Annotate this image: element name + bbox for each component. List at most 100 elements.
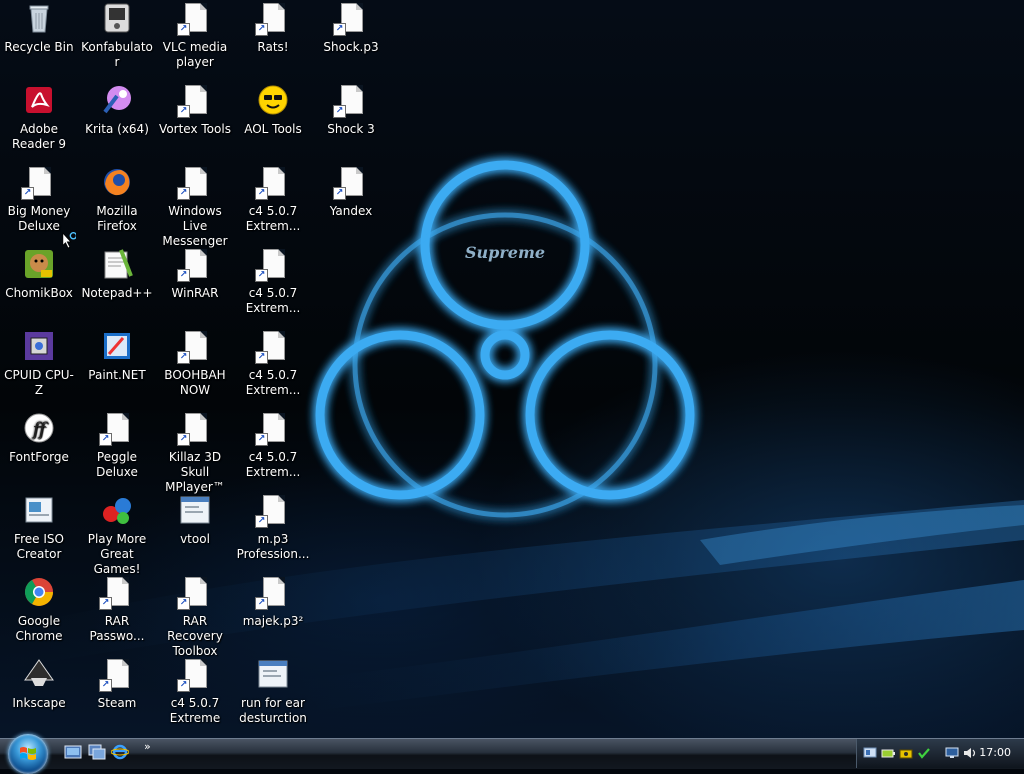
desktop-icon-label: Windows Live Messenger	[162, 204, 228, 248]
application-window-icon	[179, 494, 211, 526]
desktop-icon[interactable]: ↗ Steam	[78, 658, 156, 711]
desktop-icon[interactable]: ↗ Peggle Deluxe	[78, 412, 156, 480]
clock[interactable]: 17:00	[979, 746, 1011, 759]
volume-icon[interactable]	[963, 747, 977, 759]
desktop-icon-label: c4 5.0.7 Extrem...	[245, 368, 301, 397]
desktop-icon[interactable]: ff FontForge	[0, 412, 78, 465]
desktop-icon-label: m.p3 Profession...	[236, 532, 310, 561]
desktop-icon[interactable]: CPUID CPU-Z	[0, 330, 78, 398]
desktop-icon[interactable]: Notepad++	[78, 248, 156, 301]
desktop-icon[interactable]: ChomikBox	[0, 248, 78, 301]
desktop-icon[interactable]: ↗ majek.p3²	[234, 576, 312, 629]
shortcut-document-icon: ↗	[255, 494, 289, 528]
desktop-icon[interactable]: vtool	[156, 494, 234, 547]
desktop-icon-label: Play More Great Games!	[87, 532, 147, 576]
desktop-icon[interactable]: AOL Tools	[234, 84, 312, 137]
desktop-icon[interactable]: ↗ BOOHBAH NOW	[156, 330, 234, 398]
shortcut-document-icon: ↗	[177, 658, 211, 692]
desktop-icon-label: CPUID CPU-Z	[4, 368, 74, 397]
desktop-icon[interactable]: Krita (x64)	[78, 84, 156, 137]
desktop-icon[interactable]: ↗ c4 5.0.7 Extrem...	[234, 248, 312, 316]
safely-remove-icon[interactable]	[899, 747, 913, 759]
cpuz-icon	[23, 330, 55, 362]
desktop-icon[interactable]: ↗ Shock 3	[312, 84, 390, 137]
desktop-icon[interactable]: Free ISO Creator	[0, 494, 78, 562]
shortcut-document-icon: ↗	[177, 84, 211, 118]
show-desktop-icon[interactable]	[64, 744, 82, 760]
aol-smiley-icon	[257, 84, 289, 116]
shortcut-document-icon: ↗	[255, 166, 289, 200]
security-check-icon[interactable]	[917, 747, 931, 759]
desktop-icon-label: majek.p3²	[242, 614, 304, 628]
desktop-icon-label: run for ear desturction	[239, 696, 307, 725]
notepadpp-icon	[101, 248, 133, 280]
desktop-icon-label: Konfabulator	[81, 40, 153, 69]
shortcut-document-icon: ↗	[99, 412, 133, 446]
desktop-icon[interactable]: Mozilla Firefox	[78, 166, 156, 234]
quick-launch-overflow-button[interactable]: »	[144, 740, 151, 753]
start-button[interactable]	[8, 734, 48, 774]
desktop-icon[interactable]: ↗ c4 5.0.7 Extreme	[156, 658, 234, 726]
internet-explorer-icon[interactable]	[111, 744, 129, 760]
desktop-icon[interactable]: ↗ VLC media player	[156, 2, 234, 70]
desktop-icon-label: Free ISO Creator	[14, 532, 64, 561]
desktop-icon-label: Shock 3	[327, 122, 375, 136]
desktop-icon[interactable]: Inkscape	[0, 658, 78, 711]
games-icon	[101, 494, 133, 526]
desktop-icon[interactable]: ↗ c4 5.0.7 Extrem...	[234, 330, 312, 398]
desktop-icon[interactable]: run for ear desturction	[234, 658, 312, 726]
desktop-icon-label: ChomikBox	[5, 286, 73, 300]
shortcut-document-icon: ↗	[255, 576, 289, 610]
desktop-icon-label: WinRAR	[171, 286, 219, 300]
desktop-icon[interactable]: Adobe Reader 9	[0, 84, 78, 152]
desktop-icon[interactable]: ↗ c4 5.0.7 Extrem...	[234, 166, 312, 234]
desktop-icon-label: Yandex	[329, 204, 373, 218]
desktop-icon-label: Paint.NET	[88, 368, 146, 382]
desktop-icon[interactable]: Google Chrome	[0, 576, 78, 644]
busy-cursor-icon	[62, 232, 76, 249]
desktop-icon-label: Shock.p3	[323, 40, 379, 54]
paintnet-icon	[101, 330, 133, 362]
application-window-icon	[257, 658, 289, 690]
desktop-icon-label: RAR Passwo...	[89, 614, 145, 643]
recycle-bin-icon	[23, 2, 55, 34]
desktop-icon-label: Rats!	[257, 40, 289, 54]
shortcut-document-icon: ↗	[99, 658, 133, 692]
desktop-icon[interactable]: ↗ WinRAR	[156, 248, 234, 301]
desktop-icon-label: Notepad++	[81, 286, 153, 300]
desktop-icon[interactable]: ↗ RAR Passwo...	[78, 576, 156, 644]
desktop-icon[interactable]: Konfabulator	[78, 2, 156, 70]
desktop-icon[interactable]: ↗ Rats!	[234, 2, 312, 55]
desktop-icon[interactable]: ↗ RAR Recovery Toolbox	[156, 576, 234, 659]
iso-creator-icon	[23, 494, 55, 526]
desktop-icon[interactable]: Play More Great Games!	[78, 494, 156, 577]
desktop-icon[interactable]: ↗ Yandex	[312, 166, 390, 219]
desktop-icon-label: Recycle Bin	[4, 40, 74, 54]
shortcut-document-icon: ↗	[177, 166, 211, 200]
desktop-icon[interactable]: ↗ Vortex Tools	[156, 84, 234, 137]
desktop-icon-label: c4 5.0.7 Extreme	[169, 696, 221, 725]
desktop-icon[interactable]: ↗ c4 5.0.7 Extrem...	[234, 412, 312, 480]
adobe-reader-icon	[23, 84, 55, 116]
shortcut-document-icon: ↗	[177, 2, 211, 36]
desktop-icon[interactable]: ↗ Shock.p3	[312, 2, 390, 55]
switch-windows-icon[interactable]	[88, 744, 106, 760]
shortcut-document-icon: ↗	[255, 248, 289, 282]
battery-icon[interactable]	[881, 747, 895, 759]
monitor-icon[interactable]	[945, 747, 959, 759]
network-icon[interactable]	[863, 747, 877, 759]
desktop-icon-label: Steam	[97, 696, 137, 710]
shortcut-document-icon: ↗	[177, 576, 211, 610]
desktop-icon[interactable]: ↗ Killaz 3D Skull MPlayer™	[156, 412, 234, 495]
desktop-icon-label: c4 5.0.7 Extrem...	[245, 286, 301, 315]
desktop-icon[interactable]: ↗ Big Money Deluxe	[0, 166, 78, 234]
desktop-icon[interactable]: Paint.NET	[78, 330, 156, 383]
desktop-icon[interactable]: Recycle Bin	[0, 2, 78, 55]
shortcut-document-icon: ↗	[333, 166, 367, 200]
desktop-icon-label: Adobe Reader 9	[12, 122, 66, 151]
desktop-icon-label: VLC media player	[162, 40, 228, 69]
shortcut-document-icon: ↗	[177, 330, 211, 364]
shortcut-document-icon: ↗	[255, 2, 289, 36]
desktop-icon[interactable]: ↗ Windows Live Messenger	[156, 166, 234, 249]
desktop-icon[interactable]: ↗ m.p3 Profession...	[234, 494, 312, 562]
